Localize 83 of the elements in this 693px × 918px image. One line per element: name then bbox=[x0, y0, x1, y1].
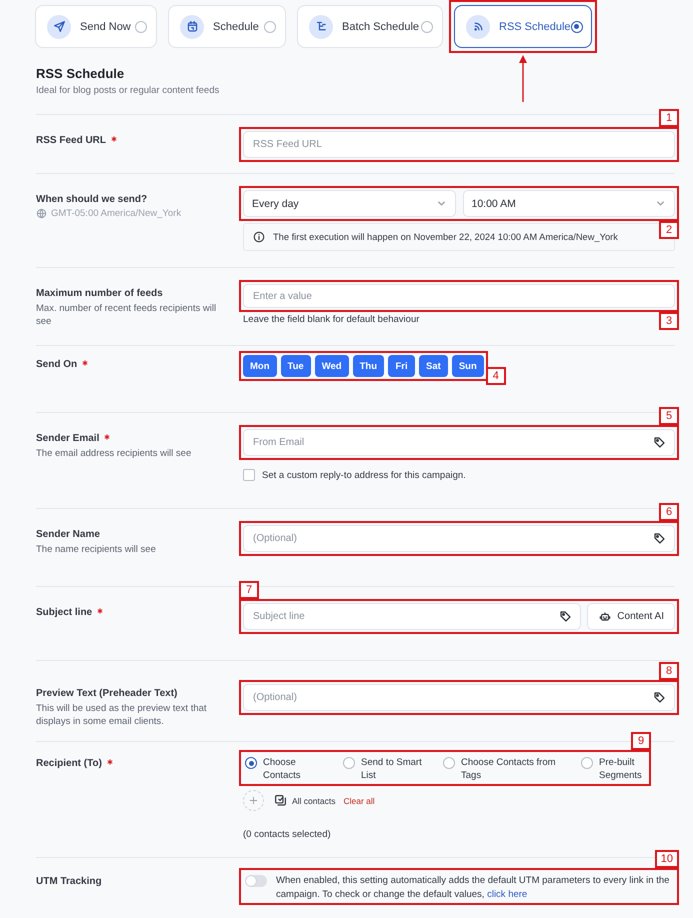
field-description: The name recipients will see bbox=[36, 543, 157, 556]
hint-text: Leave the field blank for default behaviour bbox=[243, 314, 420, 325]
day-button[interactable]: Fri bbox=[388, 355, 416, 377]
field-description: Max. number of recent feeds recipients will see bbox=[36, 302, 218, 328]
annotation-number: 10 bbox=[654, 850, 679, 868]
calendar-icon bbox=[180, 14, 204, 38]
all-contacts-label: All contacts bbox=[292, 796, 336, 806]
annotation-number: 5 bbox=[659, 407, 679, 425]
field-label: Recipient (To) bbox=[36, 758, 102, 769]
day-button[interactable]: Mon bbox=[243, 355, 277, 377]
option-label[interactable]: Choose Contacts bbox=[263, 756, 325, 782]
input-field[interactable]: RSS Feed URL bbox=[243, 131, 675, 158]
tag-icon[interactable] bbox=[653, 532, 666, 545]
dropdown[interactable]: Every day bbox=[243, 190, 456, 217]
utm-description: When enabled, this setting automatically adds the default UTM parameters to every link in the campaign. To check or change the default values, click here bbox=[276, 874, 670, 901]
tree-icon bbox=[309, 14, 333, 38]
day-button[interactable]: Sat bbox=[419, 355, 448, 377]
click-here-link[interactable]: click here bbox=[487, 888, 528, 900]
day-button[interactable]: Wed bbox=[314, 355, 349, 377]
send-icon bbox=[47, 14, 71, 38]
radio-button[interactable] bbox=[570, 20, 583, 32]
field-label: Subject line bbox=[36, 607, 92, 618]
annotation-number: 3 bbox=[659, 312, 679, 330]
globe-icon bbox=[36, 208, 47, 219]
clear-all-link[interactable]: Clear all bbox=[343, 796, 375, 806]
day-button[interactable]: Thu bbox=[352, 355, 384, 377]
field-label: Maximum number of feeds bbox=[36, 288, 163, 299]
option-label[interactable]: Choose Contacts from Tags bbox=[461, 756, 573, 782]
tag-icon[interactable] bbox=[559, 610, 572, 623]
option-label[interactable]: Pre-built Segments bbox=[599, 756, 647, 782]
radio-button[interactable] bbox=[245, 757, 257, 769]
input-field[interactable]: From Email bbox=[243, 429, 675, 456]
field-label: UTM Tracking bbox=[36, 876, 102, 887]
field-description: The email address recipients will see bbox=[36, 447, 192, 460]
annotation-number: 6 bbox=[659, 503, 679, 521]
robot-icon bbox=[599, 610, 612, 622]
timezone-text: GMT-05:00 America/New_York bbox=[51, 208, 182, 219]
field-label: Sender Email bbox=[36, 433, 100, 444]
day-button[interactable]: Tue bbox=[280, 355, 311, 377]
radio-button[interactable] bbox=[343, 757, 355, 769]
radio-button[interactable] bbox=[264, 20, 276, 32]
tag-icon[interactable] bbox=[653, 691, 666, 704]
day-button[interactable]: Sun bbox=[452, 355, 484, 377]
input-field[interactable]: Subject line bbox=[243, 603, 582, 630]
checkbox-label: Set a custom reply-to address for this campaign. bbox=[262, 470, 466, 480]
field-label: When should we send? bbox=[36, 194, 148, 205]
radio-button[interactable] bbox=[135, 20, 147, 32]
option-label[interactable]: Send to Smart List bbox=[361, 756, 431, 782]
checkbox[interactable] bbox=[243, 469, 255, 481]
annotation-number: 4 bbox=[486, 367, 506, 385]
mode-tab[interactable]: RSS Schedule bbox=[454, 5, 592, 48]
copy-check-icon bbox=[274, 794, 287, 807]
content-ai-button[interactable]: Content AI bbox=[587, 603, 675, 630]
annotation-number: 1 bbox=[659, 109, 679, 127]
rss-icon bbox=[466, 14, 490, 38]
field-description: This will be used as the preview text that displays in some email clients. bbox=[36, 702, 208, 728]
mode-tab[interactable]: Batch Schedule bbox=[297, 5, 443, 48]
radio-button[interactable] bbox=[421, 20, 433, 32]
field-label: Sender Name bbox=[36, 529, 100, 540]
annotation-arrow bbox=[518, 55, 528, 103]
selection-count: (0 contacts selected) bbox=[243, 829, 332, 840]
section-title: RSS Schedule bbox=[36, 66, 126, 81]
dropdown[interactable]: 10:00 AM bbox=[462, 190, 675, 217]
radio-button[interactable] bbox=[443, 757, 455, 769]
annotation-number: 7 bbox=[239, 581, 259, 599]
section-subtitle: Ideal for blog posts or regular content feeds bbox=[36, 85, 220, 96]
field-label: RSS Feed URL bbox=[36, 135, 106, 146]
input-field[interactable]: (Optional) bbox=[243, 684, 675, 711]
annotation-number: 8 bbox=[659, 662, 679, 680]
annotation-number: 9 bbox=[631, 732, 651, 750]
field-label: Preview Text (Preheader Text) bbox=[36, 688, 178, 699]
info-text: The first execution will happen on November 22, 2024 10:00 AM America/New_York bbox=[273, 232, 618, 242]
field-label: Send On bbox=[36, 359, 78, 370]
input-field[interactable]: (Optional) bbox=[243, 525, 675, 552]
annotation-number: 2 bbox=[659, 221, 679, 239]
info-icon bbox=[253, 231, 265, 243]
radio-button[interactable] bbox=[581, 757, 593, 769]
mode-tab[interactable]: Send Now bbox=[35, 5, 157, 48]
mode-tab[interactable]: Schedule bbox=[168, 5, 286, 48]
add-icon[interactable] bbox=[243, 790, 264, 811]
toggle-switch[interactable] bbox=[245, 875, 267, 887]
tag-icon[interactable] bbox=[653, 436, 666, 449]
input-field[interactable]: Enter a value bbox=[243, 284, 675, 308]
